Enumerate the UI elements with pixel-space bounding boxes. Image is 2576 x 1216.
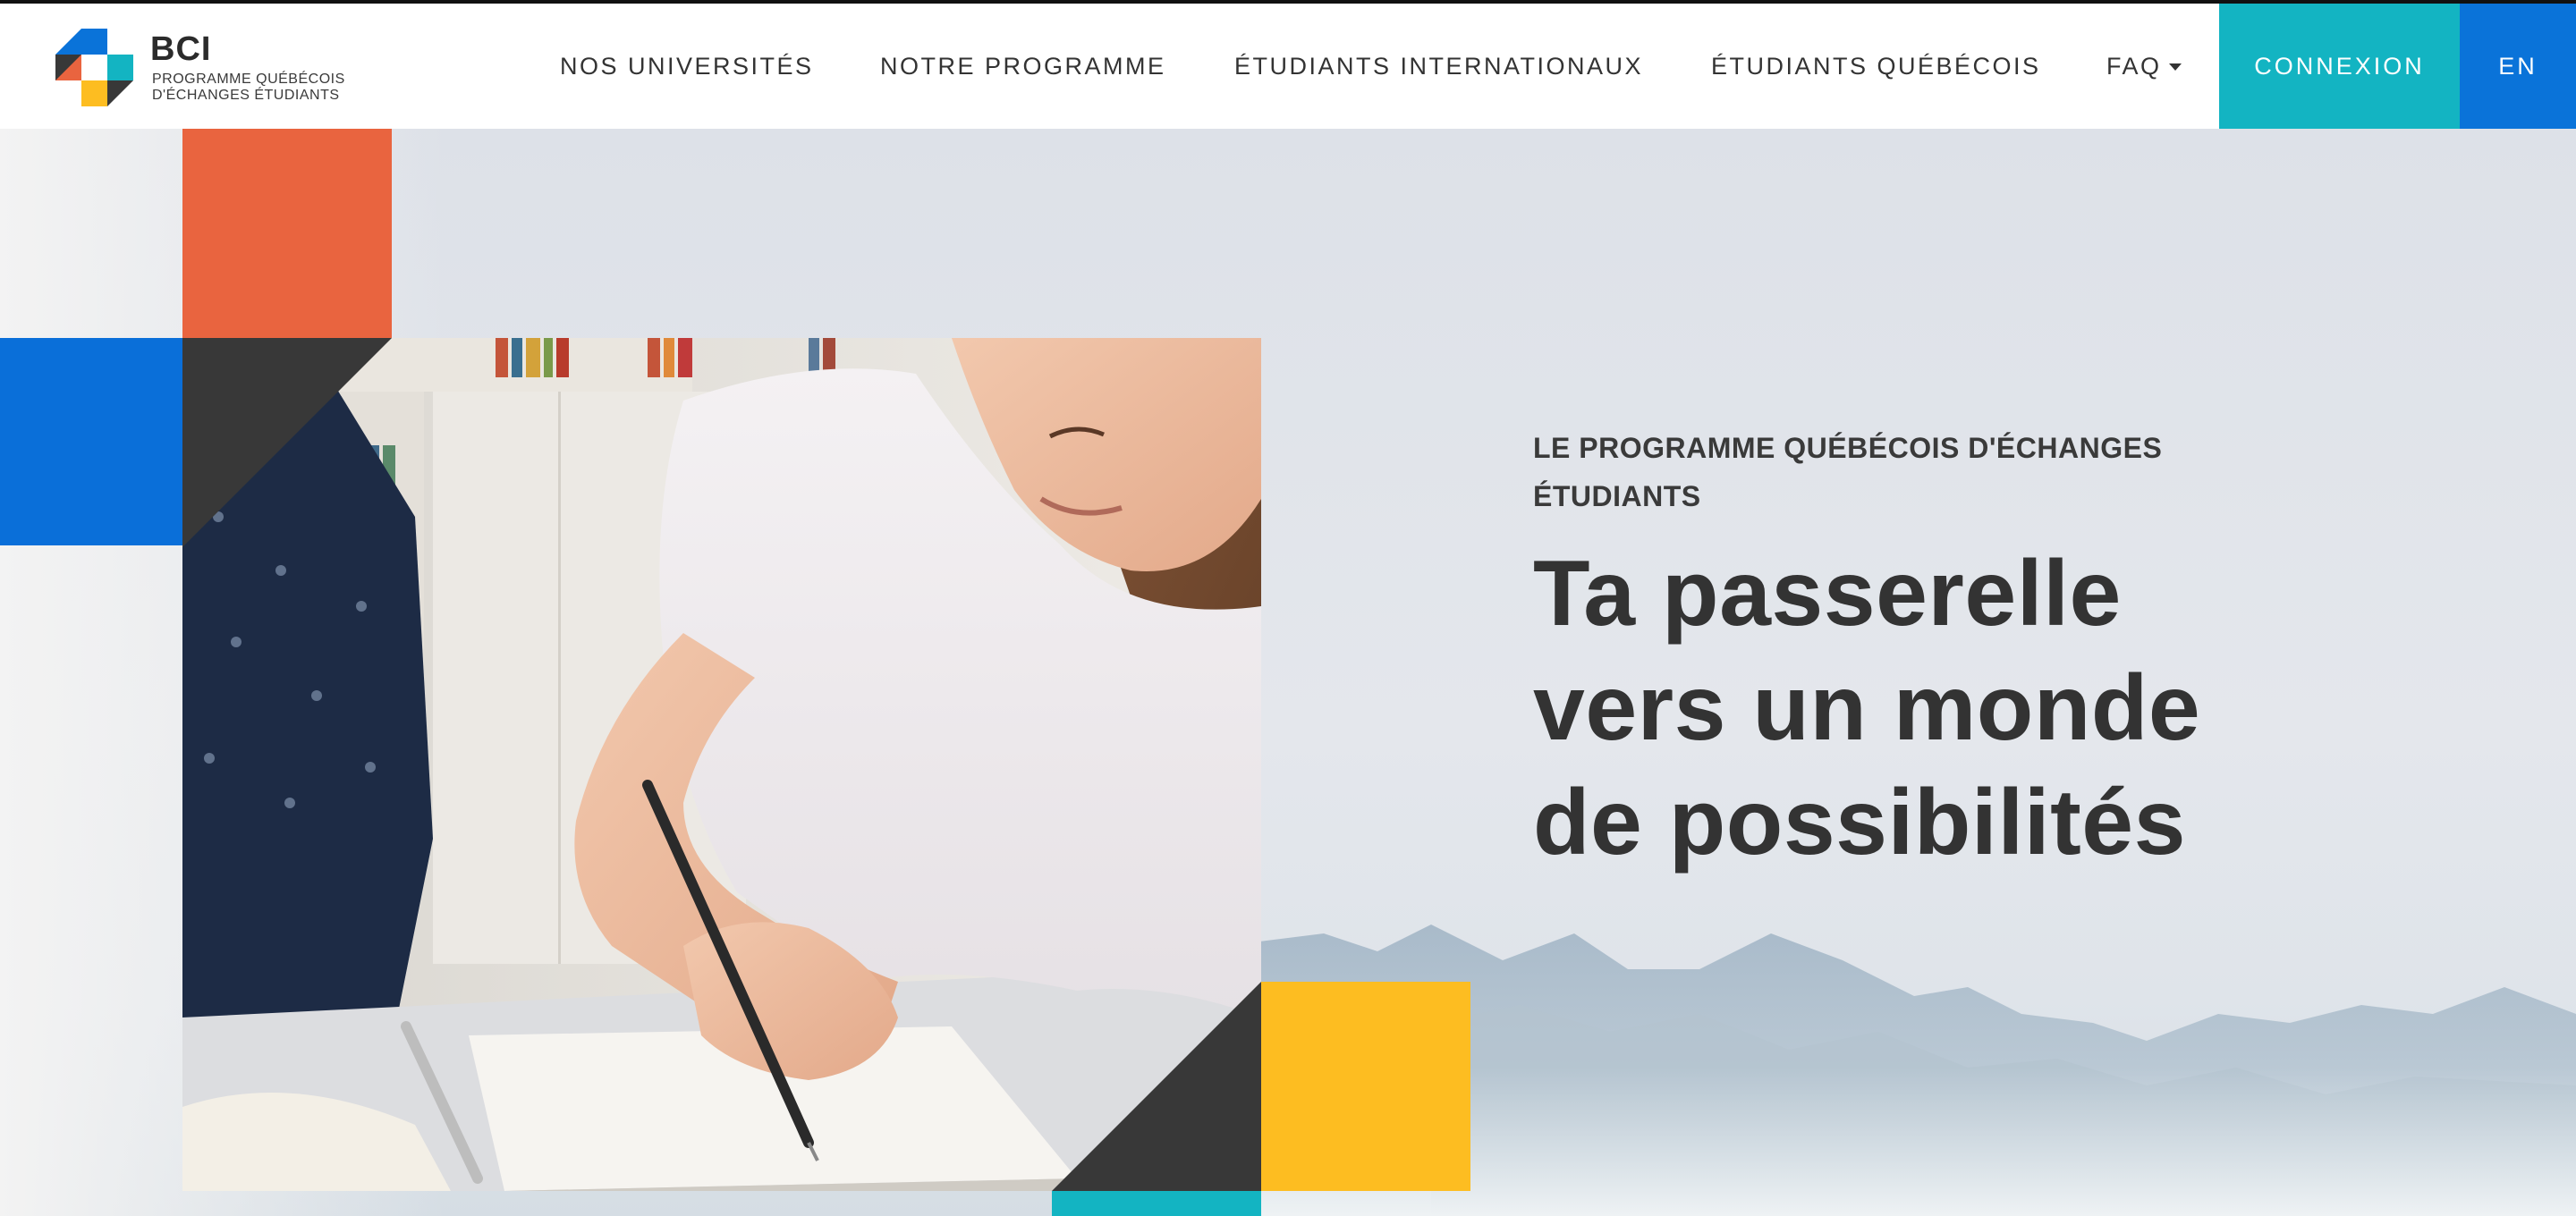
- brand-subtitle: PROGRAMME QUÉBÉCOIS D'ÉCHANGES ÉTUDIANTS: [152, 72, 345, 104]
- decor-orange-square: [182, 129, 392, 338]
- nav-item-etudiants-internationaux[interactable]: ÉTUDIANTS INTERNATIONAUX: [1234, 4, 1643, 129]
- hero-text-block: LE PROGRAMME QUÉBÉCOIS D'ÉCHANGES ÉTUDIA…: [1533, 424, 2338, 942]
- nav-item-faq[interactable]: FAQ: [2106, 4, 2182, 129]
- brand-title: BCI: [150, 30, 212, 68]
- nav-item-universites[interactable]: NOS UNIVERSITÉS: [560, 4, 814, 129]
- nav-item-programme[interactable]: NOTRE PROGRAMME: [880, 4, 1166, 129]
- nav-item-faq-label: FAQ: [2106, 52, 2162, 80]
- hero-eyebrow: LE PROGRAMME QUÉBÉCOIS D'ÉCHANGES ÉTUDIA…: [1533, 424, 2213, 520]
- decor-teal-square: [1052, 1191, 1261, 1216]
- hero-headline-line1: Ta passerelle: [1533, 542, 2122, 646]
- hero-headline-line2: vers un monde: [1533, 656, 2201, 760]
- decor-yellow-square: [1261, 982, 1470, 1191]
- bci-logo-icon: [55, 29, 133, 106]
- hero-section: LE PROGRAMME QUÉBÉCOIS D'ÉCHANGES ÉTUDIA…: [0, 129, 2576, 1216]
- decor-blue-square: [0, 338, 182, 545]
- brand-subtitle-line1: PROGRAMME QUÉBÉCOIS: [152, 72, 345, 87]
- hero-headline-line3: de possibilités: [1533, 771, 2186, 874]
- brand-logo[interactable]: BCI PROGRAMME QUÉBÉCOIS D'ÉCHANGES ÉTUDI…: [55, 27, 377, 109]
- login-button[interactable]: CONNEXION: [2219, 4, 2460, 129]
- hero-headline: Ta passerelle vers un monde de possibili…: [1533, 536, 2302, 880]
- language-toggle-button[interactable]: EN: [2460, 4, 2576, 129]
- caret-down-icon: [2168, 63, 2182, 71]
- hero-eyebrow-line1: LE PROGRAMME QUÉBÉCOIS D'ÉCHANGES: [1533, 432, 2163, 464]
- hero-student-photo: [182, 338, 1261, 1191]
- nav-item-etudiants-quebecois[interactable]: ÉTUDIANTS QUÉBÉCOIS: [1711, 4, 2041, 129]
- brand-subtitle-line2: D'ÉCHANGES ÉTUDIANTS: [152, 88, 340, 103]
- student-writing-illustration: [182, 338, 1261, 1191]
- hero-eyebrow-line2: ÉTUDIANTS: [1533, 480, 1701, 512]
